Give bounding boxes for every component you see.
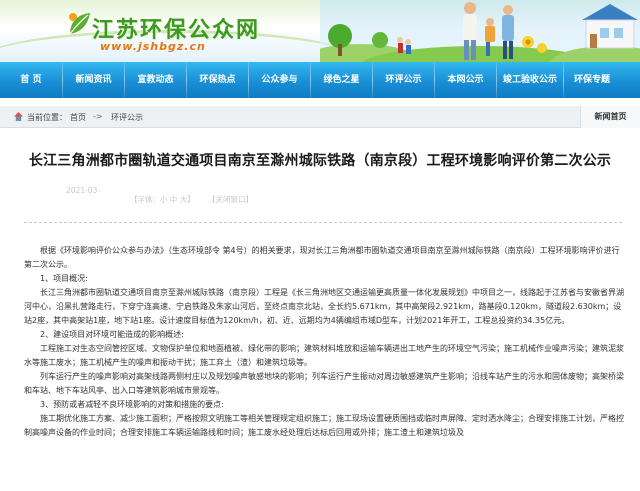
nav-item-site-notice[interactable]: 本网公示 — [435, 62, 496, 98]
section-heading: 2、建设项目对环境可能造成的影响概述: — [40, 330, 184, 339]
breadcrumb-arrow: -> — [93, 112, 103, 121]
home-icon — [14, 112, 23, 121]
tab-news-home[interactable]: 新闻首页 — [580, 106, 640, 128]
main-nav: 首 页 新闻资讯 宣教动态 环保热点 公众参与 绿色之星 环评公示 本网公示 竣… — [0, 62, 640, 98]
article-body: 根据《环境影响评价公众参与办法》（生态环境部令 第4号）的相关要求，现对长江三角… — [24, 244, 624, 440]
nav-item-home[interactable]: 首 页 — [0, 62, 62, 98]
paragraph-measures: 施工期优化施工方案、减少施工面积；严格按照文明施工等相关管理规定组织施工；施工现… — [24, 414, 624, 437]
logo-leaf-icon — [69, 13, 90, 35]
breadcrumb-current[interactable]: 环评公示 — [111, 112, 143, 123]
nav-item-special-topics[interactable]: 环保专题 — [564, 62, 620, 98]
site-url: www.jshbgz.cn — [100, 40, 206, 53]
paragraph-operation-impact: 列车运行产生的噪声影响对高架线路两侧村庄以及规划噪声敏感地块的影响；列车运行产生… — [24, 372, 624, 395]
paragraph-construction-impact: 工程施工对生态空间管控区域、文物保护单位和地面植被、绿化带的影响；建筑材料堆放和… — [24, 344, 624, 367]
article-meta: 2021-03- 【字体：小 中 大】 【关闭窗口】 — [0, 184, 640, 204]
banner-family-illustration — [320, 0, 640, 62]
nav-item-news[interactable]: 新闻资讯 — [63, 62, 124, 98]
paragraph-overview: 长江三角洲都市圈轨道交通项目南京至滁州城际铁路（南京段）工程是《长三角洲地区交通… — [24, 288, 624, 325]
nav-item-eia-notice[interactable]: 环评公示 — [373, 62, 434, 98]
font-size-options[interactable]: 【字体：小 中 大】 — [130, 194, 195, 205]
section-heading: 3、预防或者减轻不良环境影响的对策和措施的要点: — [40, 400, 224, 409]
breadcrumb-home-link[interactable]: 首页 — [70, 112, 86, 123]
nav-item-acceptance-notice[interactable]: 竣工验收公示 — [497, 62, 563, 98]
paragraph-intro: 根据《环境影响评价公众参与办法》（生态环境部令 第4号）的相关要求，现对长江三角… — [24, 246, 620, 269]
title-divider — [24, 222, 622, 223]
nav-item-hot-topics[interactable]: 环保热点 — [187, 62, 248, 98]
breadcrumb-label: 当前位置： — [27, 113, 67, 122]
close-window-link[interactable]: 【关闭窗口】 — [208, 194, 253, 205]
nav-item-education[interactable]: 宣教动态 — [125, 62, 186, 98]
nav-item-public-participation[interactable]: 公众参与 — [249, 62, 310, 98]
header-banner: 江苏环保公众网 www.jshbgz.cn — [0, 0, 640, 62]
breadcrumb: 当前位置： 首页 -> 环评公示 新闻首页 — [0, 106, 640, 128]
section-heading: 1、项目概况: — [40, 274, 88, 283]
publish-date: 2021-03- — [66, 186, 101, 195]
article-title: 长江三角洲都市圈轨道交通项目南京至滁州城际铁路（南京段）工程环境影响评价第二次公… — [28, 153, 612, 169]
nav-item-green-star[interactable]: 绿色之星 — [311, 62, 372, 98]
